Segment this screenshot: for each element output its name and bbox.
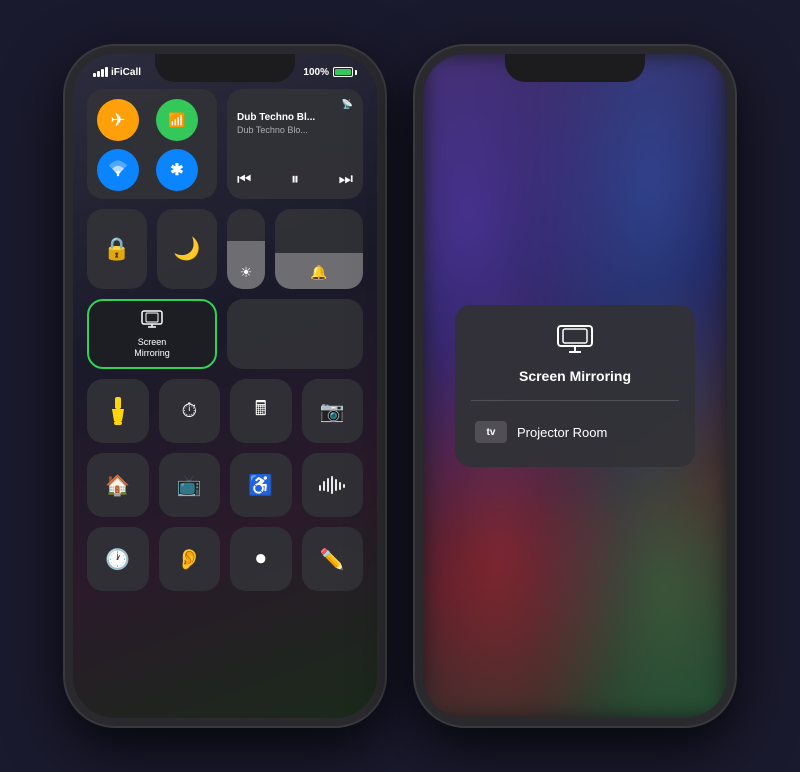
popup-divider (471, 400, 679, 401)
camera-button[interactable]: 📷 (302, 379, 364, 443)
wifi-button[interactable] (97, 149, 139, 191)
hearing-button[interactable]: 👂 (159, 527, 221, 591)
brightness-icon: ☀ (240, 264, 253, 281)
screen-mirror-label: ScreenMirroring (134, 337, 170, 359)
blank-panel-1 (227, 299, 363, 369)
signal-bars (93, 67, 108, 77)
battery-percent: 100% (303, 67, 329, 78)
music-artist: Dub Techno Blo... (237, 125, 353, 135)
torch-button[interactable] (87, 379, 149, 443)
clock-button[interactable]: 🕐 (87, 527, 149, 591)
signal-bar-2 (97, 71, 100, 77)
status-left: iFiCall (93, 67, 141, 78)
battery-tip (355, 70, 357, 75)
signal-bar-3 (101, 69, 104, 77)
cc-fifth-row: 🏠 📺 ♿ (87, 453, 363, 517)
cc-fourth-row: ⏱ 🖩 📷 (87, 379, 363, 443)
popup-header: Screen Mirroring (471, 325, 679, 384)
notch (155, 54, 295, 82)
do-not-disturb-button[interactable]: 🌙 (157, 209, 217, 289)
calculator-button[interactable]: 🖩 (230, 379, 292, 443)
dnd-icon: 🌙 (173, 236, 200, 262)
battery-fill (335, 69, 351, 75)
remote-button[interactable]: 📺 (159, 453, 221, 517)
carrier-label: iFiCall (111, 67, 141, 78)
music-panel: 📡 Dub Techno Bl... Dub Techno Blo... ⏮ ⏸… (227, 89, 363, 199)
screen-mirroring-button[interactable]: ScreenMirroring (87, 299, 217, 369)
cellular-signal: 📶 (168, 112, 185, 129)
signal-bar-4 (105, 67, 108, 77)
battery-indicator (333, 67, 357, 77)
rotation-lock-icon: 🔒 (103, 236, 130, 262)
popup-icon (471, 325, 679, 360)
music-title: Dub Techno Bl... (237, 112, 353, 123)
play-pause-button[interactable]: ⏸ (291, 171, 299, 189)
popup-title: Screen Mirroring (471, 368, 679, 384)
device-name-label: Projector Room (517, 425, 607, 440)
cc-third-row: ScreenMirroring (87, 299, 363, 369)
music-airplay-icon[interactable]: 📡 (237, 99, 353, 110)
brightness-slider[interactable]: ☀ (227, 209, 265, 289)
apple-tv-icon: tv (475, 421, 507, 443)
right-phone: Screen Mirroring tv Projector Room (415, 46, 735, 726)
screen-mirroring-popup: Screen Mirroring tv Projector Room (455, 305, 695, 467)
status-right: 100% (303, 67, 357, 78)
prev-button[interactable]: ⏮ (237, 171, 251, 189)
timer-button[interactable]: ⏱ (159, 379, 221, 443)
rotation-lock-button[interactable]: 🔒 (87, 209, 147, 289)
airplane-button[interactable]: ✈ (97, 99, 139, 141)
right-notch (505, 54, 645, 82)
cc-sixth-row: 🕐 👂 ⏺ ✏️ (87, 527, 363, 591)
signal-bar-1 (93, 73, 96, 77)
volume-icon: 🔔 (310, 264, 327, 281)
bluetooth-button[interactable]: ✱ (156, 149, 198, 191)
left-phone-screen: iFiCall ▲ VPN 🧭 🎧 100% (73, 54, 377, 718)
battery-body (333, 67, 353, 77)
volume-slider[interactable]: 🔔 (275, 209, 363, 289)
cc-top-row: ✈ 📶 ✱ 📡 Dub Techno Bl... D (87, 89, 363, 199)
left-phone: iFiCall ▲ VPN 🧭 🎧 100% (65, 46, 385, 726)
music-info: 📡 Dub Techno Bl... Dub Techno Blo... (237, 99, 353, 135)
connectivity-panel: ✈ 📶 ✱ (87, 89, 217, 199)
accessibility-button[interactable]: ♿ (230, 453, 292, 517)
control-center: ✈ 📶 ✱ 📡 Dub Techno Bl... D (87, 89, 363, 698)
screen-record-button[interactable]: ⏺ (230, 527, 292, 591)
screen-mirror-icon (141, 310, 163, 333)
next-button[interactable]: ⏭ (339, 171, 353, 189)
cc-second-row: 🔒 🌙 ☀ 🔔 (87, 209, 363, 289)
notes-button[interactable]: ✏️ (302, 527, 364, 591)
audio-recognition-button[interactable] (302, 453, 364, 517)
apple-tv-item[interactable]: tv Projector Room (471, 413, 679, 451)
music-controls: ⏮ ⏸ ⏭ (237, 171, 353, 189)
cellular-button[interactable]: 📶 (156, 99, 198, 141)
home-button[interactable]: 🏠 (87, 453, 149, 517)
